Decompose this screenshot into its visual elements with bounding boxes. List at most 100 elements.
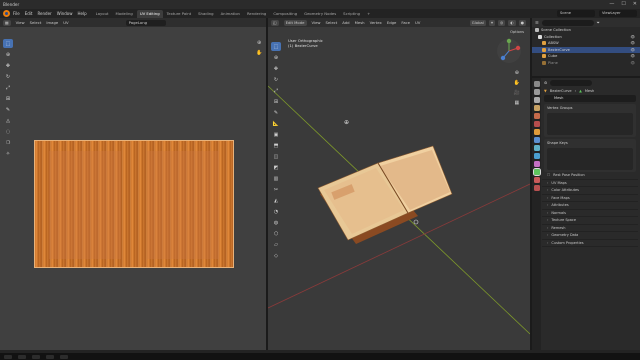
view-layer-field[interactable]: ViewLayer [599, 10, 637, 17]
pan-icon[interactable]: ✋ [514, 80, 520, 86]
uv-menu-select[interactable]: Select [30, 20, 42, 25]
extrude-icon[interactable]: ⬒ [271, 141, 281, 150]
poly-build-icon[interactable]: ◭ [271, 196, 281, 205]
vp-menu-add[interactable]: Add [342, 20, 349, 25]
grid-icon[interactable]: ▦ [515, 100, 520, 106]
tab-layout[interactable]: Layout [93, 10, 112, 18]
loop-cut-icon[interactable]: ▥ [271, 174, 281, 183]
world-tab-icon[interactable] [533, 121, 540, 127]
section-attributes[interactable]: › Attributes [542, 202, 638, 210]
constraints-tab-icon[interactable] [533, 161, 540, 167]
properties-editor[interactable]: ⚙ ▼ BezierCurve › ▲ Mesh Mesh Vertex Gro… [532, 78, 640, 350]
outliner-row-plane[interactable]: Plane 👁 [532, 60, 640, 67]
rip-icon[interactable]: ◇ [271, 251, 281, 260]
editor-type-icon[interactable]: ◰ [271, 19, 279, 26]
smooth-icon[interactable]: ◍ [271, 218, 281, 227]
zoom-icon[interactable]: ⊕ [515, 70, 519, 76]
tab-geometry-nodes[interactable]: Geometry Nodes [301, 10, 339, 18]
section-face-maps[interactable]: › Face Maps [542, 195, 638, 202]
relax-icon[interactable]: ❍ [3, 138, 13, 147]
select-icon[interactable]: ⬚ [3, 39, 13, 48]
menu-edit[interactable]: Edit [25, 11, 33, 16]
section-custom-properties[interactable]: › Custom Properties [542, 240, 638, 247]
knife-icon[interactable]: ✂ [271, 185, 281, 194]
output-tab-icon[interactable] [533, 97, 540, 103]
visibility-icon[interactable]: 👁 [630, 54, 635, 58]
transform-icon[interactable]: ⊞ [271, 97, 281, 106]
shading-icon[interactable]: ● [518, 19, 526, 26]
shape-keys-list[interactable] [547, 148, 633, 170]
menu-window[interactable]: Window [57, 11, 73, 16]
outliner-search-input[interactable] [541, 19, 594, 26]
annotate-icon[interactable]: ✎ [3, 105, 13, 114]
checkbox-icon[interactable]: ☐ [547, 173, 550, 177]
taskbar-app-icon[interactable] [46, 354, 54, 359]
proportional-edit-icon[interactable]: ◎ [498, 19, 506, 26]
menu-file[interactable]: File [13, 11, 20, 16]
annotate-icon[interactable]: ✎ [271, 108, 281, 117]
pinch-icon[interactable]: ✧ [3, 149, 13, 158]
section-normals[interactable]: › Normals [542, 210, 638, 217]
rest-pose-checkbox[interactable]: ☐ Rest Pose Position [542, 172, 638, 180]
object-tab-icon[interactable] [533, 129, 540, 135]
transform-icon[interactable]: ⊞ [3, 94, 13, 103]
menu-render[interactable]: Render [37, 11, 51, 16]
uv-menu-uv[interactable]: UV [63, 20, 68, 25]
vp-menu-select[interactable]: Select [326, 20, 338, 25]
image-selector[interactable]: PageLong [125, 19, 166, 26]
tab-scripting[interactable]: Scripting [340, 10, 363, 18]
overlay-icon[interactable]: ◐ [508, 19, 516, 26]
material-tab-icon[interactable] [533, 177, 540, 183]
vertex-groups-list[interactable] [547, 113, 633, 135]
select-box-icon[interactable]: ⬚ [271, 42, 281, 51]
scale-icon[interactable]: ⤢ [271, 86, 281, 95]
add-cube-icon[interactable]: ▣ [271, 130, 281, 139]
tab-animation[interactable]: Animation [218, 10, 243, 18]
minimize-button[interactable]: — [609, 1, 614, 7]
cursor-icon[interactable]: ⊕ [3, 50, 13, 59]
blender-logo-icon[interactable] [3, 10, 10, 17]
uv-menu-view[interactable]: View [16, 20, 25, 25]
inset-icon[interactable]: ◫ [271, 152, 281, 161]
vp-menu-face[interactable]: Face [401, 20, 410, 25]
visibility-icon[interactable]: 👁 [630, 48, 635, 52]
uv-menu-image[interactable]: Image [46, 20, 58, 25]
section-uv-maps[interactable]: › UV Maps [542, 180, 638, 187]
visibility-icon[interactable]: 👁 [630, 61, 635, 65]
cursor-icon[interactable]: ⊕ [271, 53, 281, 62]
navigation-gizmo[interactable] [496, 38, 522, 64]
options-button[interactable]: Options [510, 30, 524, 34]
bevel-icon[interactable]: ◩ [271, 163, 281, 172]
editor-type-icon[interactable]: ⚙ [544, 81, 547, 85]
section-color-attributes[interactable]: › Color Attributes [542, 187, 638, 195]
maximize-button[interactable]: ☐ [621, 1, 625, 7]
texture-tab-icon[interactable] [533, 185, 540, 191]
shape-keys-panel[interactable]: Shape Keys [544, 139, 636, 172]
rotate-icon[interactable]: ↻ [271, 75, 281, 84]
tab-shading[interactable]: Shading [195, 10, 216, 18]
tab-uv-editing[interactable]: UV Editing [136, 9, 163, 18]
mesh-data-tab-icon[interactable] [532, 168, 541, 176]
modifier-tab-icon[interactable] [533, 137, 540, 143]
scene-field[interactable]: Scene [557, 10, 595, 17]
snap-icon[interactable]: ⌖ [488, 19, 496, 26]
scene-tab-icon[interactable] [533, 113, 540, 119]
tab-compositing[interactable]: Compositing [270, 10, 300, 18]
render-tab-icon[interactable] [533, 89, 540, 95]
outliner[interactable]: ☰ ⏷ Scene Collection Collection 👁 ABSW 👁… [532, 18, 640, 76]
move-icon[interactable]: ✥ [3, 61, 13, 70]
spin-icon[interactable]: ◔ [271, 207, 281, 216]
pan-icon[interactable]: ✋ [256, 50, 262, 56]
tab-modeling[interactable]: Modeling [113, 10, 136, 18]
taskbar-app-icon[interactable] [4, 354, 12, 359]
uv-editor[interactable]: ▦ View Select Image UV PageLong ⬚ ⊕ ✥ ↻ … [0, 18, 266, 350]
physics-tab-icon[interactable] [533, 153, 540, 159]
editor-type-icon[interactable]: ▦ [3, 19, 11, 26]
vp-menu-view[interactable]: View [312, 20, 321, 25]
visibility-icon[interactable]: 👁 [630, 41, 635, 45]
view-layer-tab-icon[interactable] [533, 105, 540, 111]
camera-view-icon[interactable]: 🎥 [514, 90, 520, 96]
vertex-groups-panel[interactable]: Vertex Groups [544, 104, 636, 137]
tool-tab-icon[interactable] [533, 81, 540, 87]
section-texture-space[interactable]: › Texture Space [542, 217, 638, 225]
